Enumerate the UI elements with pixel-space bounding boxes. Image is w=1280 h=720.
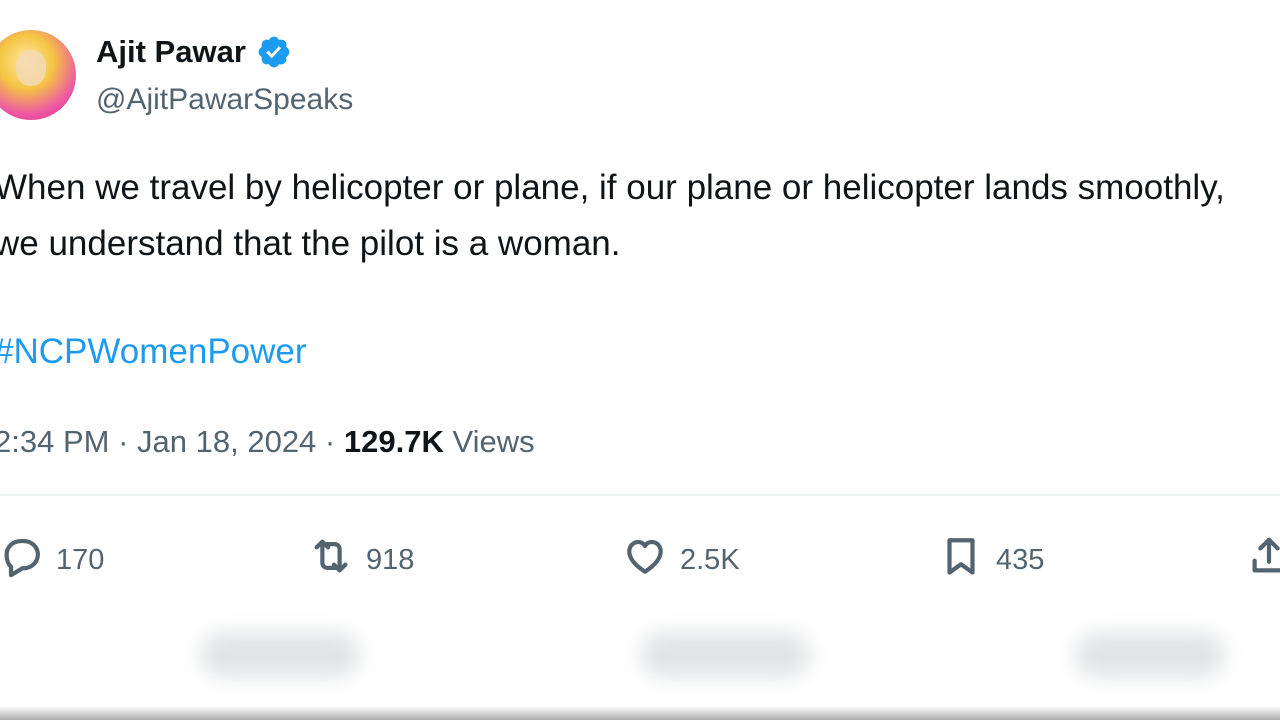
bookmark-button[interactable]: 435: [938, 530, 1044, 590]
bottom-edge-shadow: [0, 706, 1280, 720]
meta-separator: ·: [118, 424, 129, 459]
like-count: 2.5K: [680, 543, 740, 576]
share-icon: [1246, 533, 1280, 587]
blurred-element: [640, 633, 810, 677]
retweet-button[interactable]: 918: [308, 530, 414, 590]
tweet-card: Ajit Pawar @AjitPawarSpeaks ⋮ When we tr…: [0, 0, 1280, 720]
divider: [0, 494, 1280, 496]
tweet-text: When we travel by helicopter or plane, i…: [0, 168, 1225, 263]
blurred-element: [200, 633, 360, 677]
reply-button[interactable]: 170: [0, 530, 104, 590]
heart-icon: [622, 533, 668, 587]
views-count: 129.7K: [343, 424, 444, 459]
bookmark-count: 435: [996, 543, 1045, 576]
verified-badge-icon: [256, 34, 292, 70]
more-options-icon[interactable]: ⋮: [1268, 38, 1280, 68]
like-button[interactable]: 2.5K: [622, 530, 740, 590]
blurred-overlay: [0, 615, 1280, 695]
tweet-meta: 2:34 PM · Jan 18, 2024 · 129.7K Views: [0, 420, 535, 464]
hashtag-link[interactable]: #NCPWomenPower: [0, 327, 307, 377]
author-name-row: Ajit Pawar: [96, 34, 292, 70]
author-display-name[interactable]: Ajit Pawar: [96, 34, 246, 70]
views-label: Views: [452, 424, 535, 459]
avatar[interactable]: [0, 30, 76, 120]
author-handle[interactable]: @AjitPawarSpeaks: [96, 82, 353, 118]
reply-count: 170: [56, 543, 105, 576]
retweet-count: 918: [366, 543, 415, 576]
blurred-element: [1075, 633, 1225, 677]
bookmark-icon: [938, 533, 984, 587]
meta-separator: ·: [324, 424, 336, 459]
tweet-date[interactable]: Jan 18, 2024: [137, 424, 316, 459]
avatar-face: [16, 50, 46, 86]
reply-icon: [0, 533, 44, 587]
share-button[interactable]: [1246, 530, 1280, 590]
tweet-time[interactable]: 2:34 PM: [0, 424, 109, 459]
retweet-icon: [308, 533, 354, 587]
action-bar: 170 918 2.5K 435: [0, 530, 1280, 590]
